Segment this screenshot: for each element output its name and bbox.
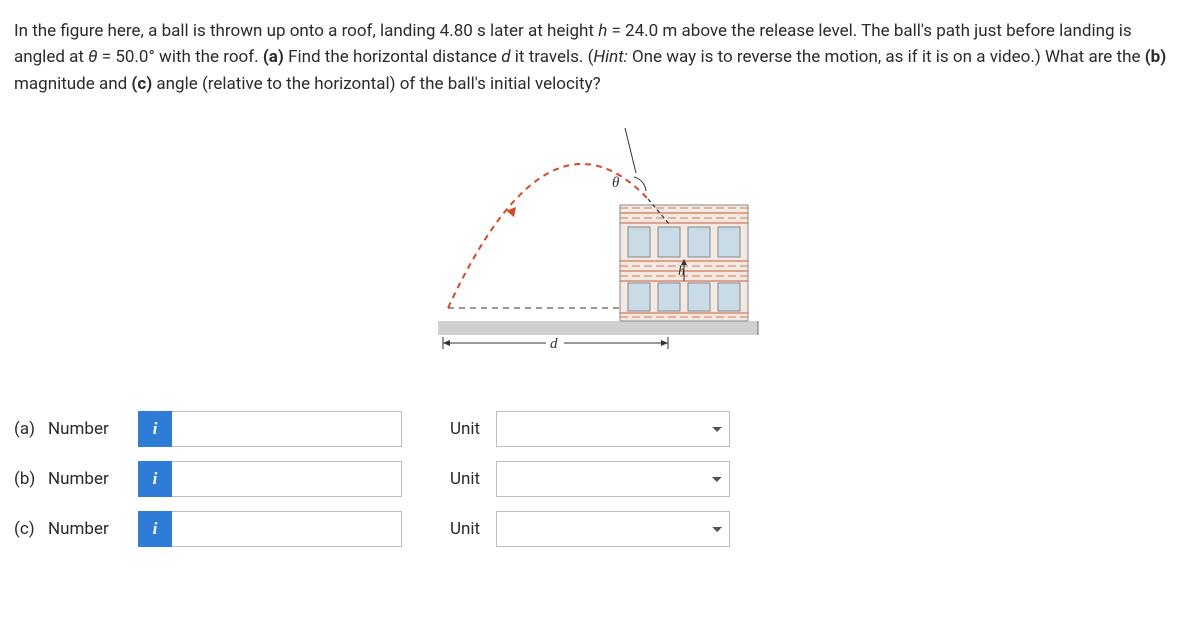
number-input-b[interactable] — [172, 461, 402, 497]
part-label: (b) — [14, 466, 48, 492]
text-segment: it travels. ( — [511, 47, 594, 67]
text-segment: Find the horizontal distance — [284, 47, 501, 67]
info-icon[interactable]: i — [138, 511, 172, 547]
number-input-c[interactable] — [172, 511, 402, 547]
answers-section: (a) Number i Unit (b) Number i Unit (c) … — [14, 411, 1182, 547]
part-b-marker: (b) — [1145, 47, 1166, 67]
variable-d: d — [501, 47, 510, 67]
unit-select-b[interactable] — [496, 461, 730, 497]
number-label: Number — [48, 416, 138, 442]
unit-label: Unit — [450, 466, 496, 492]
unit-select-c[interactable] — [496, 511, 730, 547]
unit-label: Unit — [450, 416, 496, 442]
text-segment: In the figure here, a ball is thrown up … — [14, 21, 598, 41]
info-icon[interactable]: i — [138, 411, 172, 447]
part-a-marker: (a) — [263, 47, 284, 67]
variable-h: h — [598, 21, 607, 41]
text-segment: angle (relative to the horizontal) of th… — [152, 74, 600, 94]
answer-row-c: (c) Number i Unit — [14, 511, 1182, 547]
number-label: Number — [48, 516, 138, 542]
trajectory-figure: h θ d — [428, 113, 768, 363]
info-icon[interactable]: i — [138, 461, 172, 497]
answer-row-b: (b) Number i Unit — [14, 461, 1182, 497]
h-label: h — [678, 264, 685, 279]
figure-container: h θ d — [14, 113, 1182, 363]
unit-select-a[interactable] — [496, 411, 730, 447]
number-input-a[interactable] — [172, 411, 402, 447]
unit-label: Unit — [450, 516, 496, 542]
text-segment: magnitude and — [14, 74, 131, 94]
text-segment: = 50.0° with the roof. — [98, 47, 263, 67]
answer-row-a: (a) Number i Unit — [14, 411, 1182, 447]
hint-label: Hint: — [593, 47, 627, 67]
part-label: (c) — [14, 516, 48, 542]
theta-label: θ — [612, 175, 620, 191]
problem-text: In the figure here, a ball is thrown up … — [14, 18, 1182, 97]
part-label: (a) — [14, 416, 48, 442]
text-segment: One way is to reverse the motion, as if … — [628, 47, 1145, 67]
d-label: d — [550, 336, 558, 352]
number-label: Number — [48, 466, 138, 492]
variable-theta: θ — [88, 47, 97, 67]
part-c-marker: (c) — [131, 74, 152, 94]
